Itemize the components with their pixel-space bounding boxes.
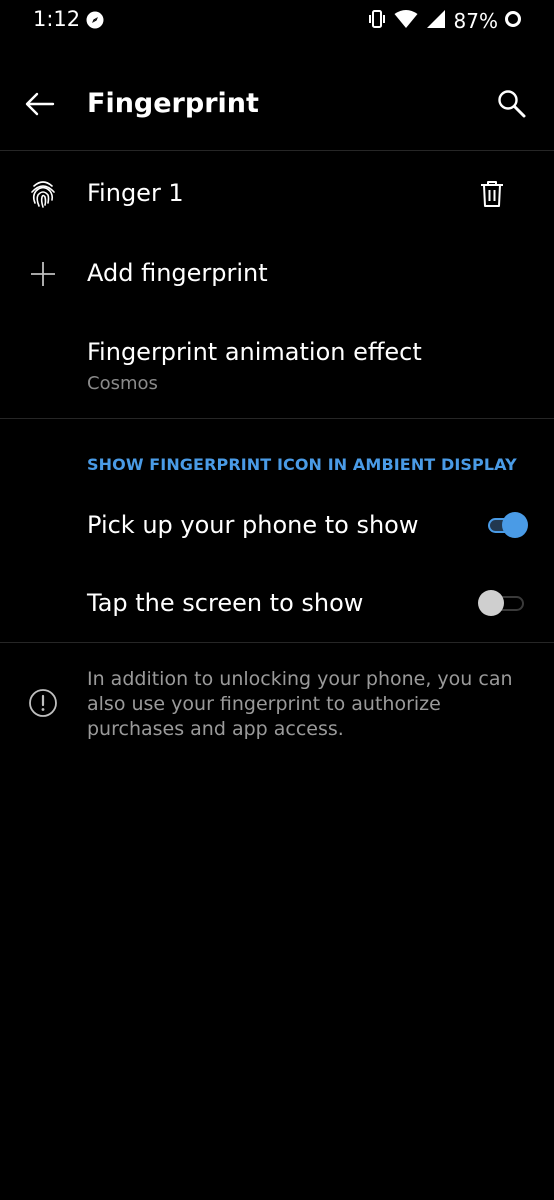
pickup-to-show-label: Pick up your phone to show [87, 511, 419, 539]
animation-effect-item[interactable]: Fingerprint animation effect Cosmos [0, 325, 554, 410]
header-divider [0, 150, 554, 151]
info-icon [24, 684, 62, 722]
fingerprint-item[interactable]: Finger 1 [0, 160, 554, 230]
app-notification-icon [86, 11, 104, 29]
toggle-thumb [478, 590, 504, 616]
status-bar: 1:12 87% [0, 0, 554, 44]
page-title: Fingerprint [87, 88, 259, 119]
tap-to-show-item[interactable]: Tap the screen to show [0, 573, 554, 635]
battery-percent: 87% [453, 9, 498, 33]
toggle-thumb [502, 512, 528, 538]
search-icon [496, 88, 528, 124]
animation-effect-label: Fingerprint animation effect [87, 338, 422, 366]
ambient-section-header: SHOW FINGERPRINT ICON IN AMBIENT DISPLAY [87, 455, 517, 474]
battery-ring-icon [504, 10, 522, 32]
pickup-to-show-toggle[interactable] [484, 510, 534, 540]
search-button[interactable] [492, 86, 532, 126]
arrow-left-icon [25, 92, 55, 120]
add-fingerprint-item[interactable]: Add fingerprint [0, 240, 554, 310]
fingerprint-label: Finger 1 [87, 179, 184, 207]
pickup-to-show-item[interactable]: Pick up your phone to show [0, 495, 554, 557]
plus-icon [24, 255, 62, 293]
app-bar: Fingerprint [0, 60, 554, 150]
vibrate-icon [368, 9, 386, 33]
section-divider [0, 418, 554, 419]
info-divider [0, 642, 554, 643]
status-time: 1:12 [33, 7, 81, 31]
animation-effect-value: Cosmos [87, 373, 158, 394]
wifi-icon [394, 9, 418, 33]
trash-icon [480, 180, 504, 212]
tap-to-show-toggle[interactable] [478, 588, 528, 618]
fingerprint-icon [24, 175, 62, 213]
info-text: In addition to unlocking your phone, you… [87, 668, 513, 740]
add-fingerprint-label: Add fingerprint [87, 259, 268, 287]
delete-fingerprint-button[interactable] [470, 174, 514, 218]
back-button[interactable] [22, 88, 58, 124]
cell-signal-icon [426, 9, 446, 33]
status-icons: 87% [368, 8, 522, 34]
tap-to-show-label: Tap the screen to show [87, 589, 364, 617]
